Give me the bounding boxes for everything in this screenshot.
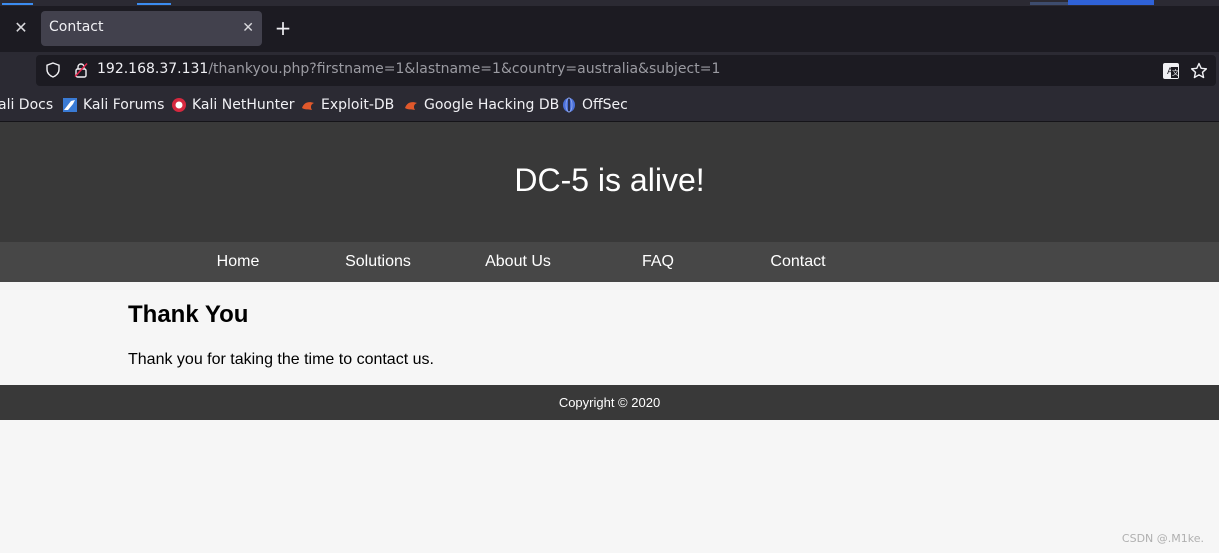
bookmark-google-hacking-db[interactable]: Google Hacking DB bbox=[403, 97, 559, 113]
bookmark-label: Kali Forums bbox=[83, 97, 165, 113]
bookmark-offsec[interactable]: OffSec bbox=[561, 97, 628, 113]
url-text[interactable]: 192.168.37.131/thankyou.php?firstname=1&… bbox=[97, 61, 720, 77]
browser-nav-bar: 192.168.37.131/thankyou.php?firstname=1&… bbox=[0, 52, 1219, 89]
tab-indicator-c bbox=[1068, 0, 1154, 5]
bookmark-kali-nethunter[interactable]: Kali NetHunter bbox=[171, 97, 294, 113]
bookmarks-toolbar: ali Docs Kali Forums Kali NetHunter Expl… bbox=[0, 89, 1219, 122]
tab-indicator-a bbox=[2, 3, 33, 5]
browser-tab-bar: ✕ Contact ✕ + bbox=[0, 0, 1219, 52]
bookmark-label: Kali NetHunter bbox=[192, 97, 295, 113]
close-icon[interactable]: ✕ bbox=[11, 18, 31, 38]
url-bar[interactable]: 192.168.37.131/thankyou.php?firstname=1&… bbox=[36, 55, 1216, 86]
kali-nethunter-icon bbox=[172, 98, 186, 112]
thank-you-message: Thank you for taking the time to contact… bbox=[128, 351, 434, 368]
translate-icon[interactable]: A 文 bbox=[1162, 62, 1180, 80]
active-tab[interactable]: Contact ✕ bbox=[41, 11, 262, 46]
watermark: CSDN @.M1ke. bbox=[1121, 532, 1204, 545]
nav-home-link[interactable]: Home bbox=[168, 253, 308, 271]
bookmark-star-icon[interactable] bbox=[1190, 62, 1208, 80]
tab-close-icon[interactable]: ✕ bbox=[242, 19, 254, 37]
new-tab-plus-icon[interactable]: + bbox=[272, 17, 294, 39]
page-heading: Thank You bbox=[128, 301, 249, 328]
tab-indicator-b bbox=[137, 3, 171, 5]
ghdb-icon bbox=[405, 102, 417, 110]
bookmark-label: Exploit-DB bbox=[321, 97, 395, 113]
tab-indicator-d bbox=[1030, 2, 1068, 5]
shield-icon[interactable] bbox=[45, 62, 61, 78]
exploit-db-icon bbox=[302, 102, 314, 110]
site-title: DC-5 is alive! bbox=[514, 162, 705, 198]
site-header: DC-5 is alive! bbox=[0, 122, 1219, 242]
insecure-lock-icon[interactable] bbox=[73, 62, 89, 78]
url-path: /thankyou.php?firstname=1&lastname=1&cou… bbox=[208, 61, 721, 77]
bookmark-label: ali Docs bbox=[0, 97, 54, 113]
site-nav: Home Solutions About Us FAQ Contact bbox=[0, 242, 1219, 282]
offsec-icon bbox=[563, 97, 575, 113]
nav-about-us-link[interactable]: About Us bbox=[448, 253, 588, 271]
bookmark-exploit-db[interactable]: Exploit-DB bbox=[300, 97, 394, 113]
bookmark-kali-docs[interactable]: ali Docs bbox=[0, 97, 53, 113]
bookmark-kali-forums[interactable]: Kali Forums bbox=[62, 97, 164, 113]
nav-contact-link[interactable]: Contact bbox=[728, 253, 868, 271]
kali-forums-icon bbox=[63, 98, 77, 112]
bookmark-label: OffSec bbox=[582, 97, 628, 113]
main-content: Thank You Thank you for taking the time … bbox=[0, 282, 1219, 385]
nav-solutions-link[interactable]: Solutions bbox=[308, 253, 448, 271]
tab-title: Contact bbox=[49, 19, 104, 35]
site-footer: Copyright © 2020 bbox=[0, 385, 1219, 420]
copyright-text: Copyright © 2020 bbox=[558, 395, 661, 410]
bookmark-label: Google Hacking DB bbox=[424, 97, 560, 113]
svg-text:文: 文 bbox=[1172, 68, 1179, 77]
url-host: 192.168.37.131 bbox=[97, 61, 209, 77]
nav-faq-link[interactable]: FAQ bbox=[588, 253, 728, 271]
